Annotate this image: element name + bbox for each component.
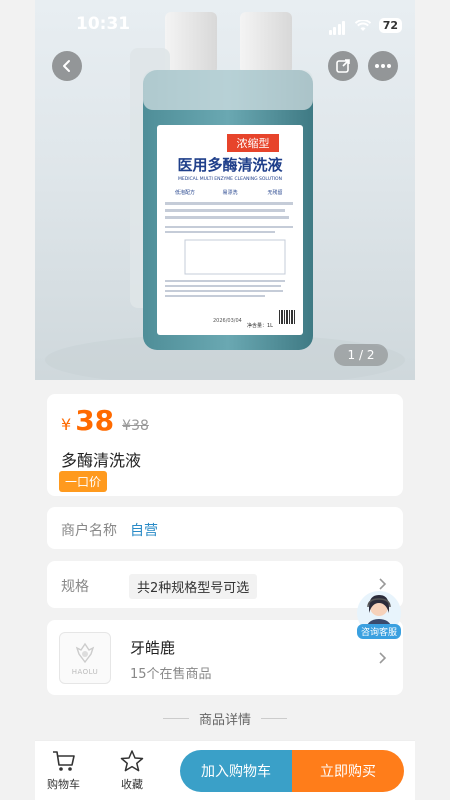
- star-icon: [120, 750, 144, 772]
- signal-icon: [328, 16, 347, 35]
- spec-value: 共2种规格型号可选: [129, 574, 258, 599]
- bottle-check-1: 低泡配方: [175, 189, 195, 196]
- status-bar: 10:31 72: [0, 0, 450, 48]
- more-button[interactable]: [368, 51, 398, 81]
- original-price: ¥38: [122, 418, 149, 434]
- deer-logo-icon: [75, 642, 95, 664]
- price-row: ¥ 38 ¥38: [61, 404, 149, 437]
- price-currency: ¥: [61, 415, 72, 434]
- price-value: 38: [75, 404, 115, 437]
- bottle-subtitle-text: MEDICAL MULTI ENZYME CLEANING SOLUTION: [178, 176, 282, 182]
- spec-label: 规格: [61, 579, 89, 595]
- more-dots-icon: [375, 64, 391, 68]
- product-bottle-image: 浓缩型 医用多酶清洗液 MEDICAL MULTI ENZYME CLEANIN…: [45, 12, 405, 380]
- back-button[interactable]: [52, 51, 82, 81]
- store-name: 牙皓鹿: [130, 639, 176, 657]
- chevron-left-icon: [63, 60, 70, 72]
- divider-line: [162, 718, 189, 719]
- spec-selector[interactable]: 规格 共2种规格型号可选: [47, 561, 403, 608]
- bottle-net-text: 净含量：1L: [247, 322, 273, 329]
- store-logo-text: HAOLU: [71, 668, 99, 676]
- merchant-card: 商户名称 自营: [47, 507, 403, 549]
- divider-line: [261, 718, 287, 719]
- share-icon: [336, 59, 350, 73]
- details-title: 商品详情: [198, 713, 251, 728]
- merchant-label: 商户名称: [61, 523, 117, 539]
- favorite-label: 收藏: [121, 778, 143, 791]
- status-icons: 72: [328, 16, 402, 35]
- store-logo: HAOLU: [59, 632, 111, 684]
- price-type-tag: 一口价: [59, 471, 108, 492]
- cart-icon: [52, 751, 75, 771]
- cart-label: 购物车: [47, 778, 80, 791]
- bottom-action-bar: 购物车 收藏 加入购物车 立即购买: [35, 740, 415, 800]
- bottle-title-text: 医用多酶清洗液: [177, 156, 283, 174]
- product-name: 多酶清洗液: [61, 451, 142, 470]
- bottle-date-text: 2026/03/04: [213, 318, 242, 324]
- purchase-buttons: 加入购物车 立即购买: [180, 750, 404, 792]
- add-to-cart-button[interactable]: 加入购物车: [180, 750, 292, 792]
- wifi-icon: [354, 19, 371, 31]
- details-section-header: 商品详情: [47, 709, 403, 728]
- chevron-right-icon: [379, 652, 387, 664]
- price-card: ¥ 38 ¥38 多酶清洗液 一口价: [47, 394, 403, 496]
- customer-service-label[interactable]: 咨询客服: [357, 624, 402, 639]
- cart-button[interactable]: 购物车: [47, 749, 80, 792]
- product-image-gallery[interactable]: 浓缩型 医用多酶清洗液 MEDICAL MULTI ENZYME CLEANIN…: [35, 0, 415, 380]
- buy-now-button[interactable]: 立即购买: [292, 750, 404, 792]
- gallery-page-indicator: 1 / 2: [334, 344, 388, 366]
- bottle-tag-text: 浓缩型: [237, 136, 270, 150]
- battery-icon: 72: [378, 18, 402, 33]
- bottle-check-3: 无残留: [267, 189, 282, 196]
- status-time: 10:31: [76, 14, 131, 34]
- store-card[interactable]: HAOLU 牙皓鹿 15个在售商品: [47, 620, 403, 695]
- favorite-button[interactable]: 收藏: [119, 749, 145, 792]
- share-button[interactable]: [328, 51, 358, 81]
- store-product-count: 15个在售商品: [130, 667, 212, 682]
- bottle-check-2: 易漂洗: [222, 189, 237, 196]
- merchant-value: 自营: [130, 523, 158, 539]
